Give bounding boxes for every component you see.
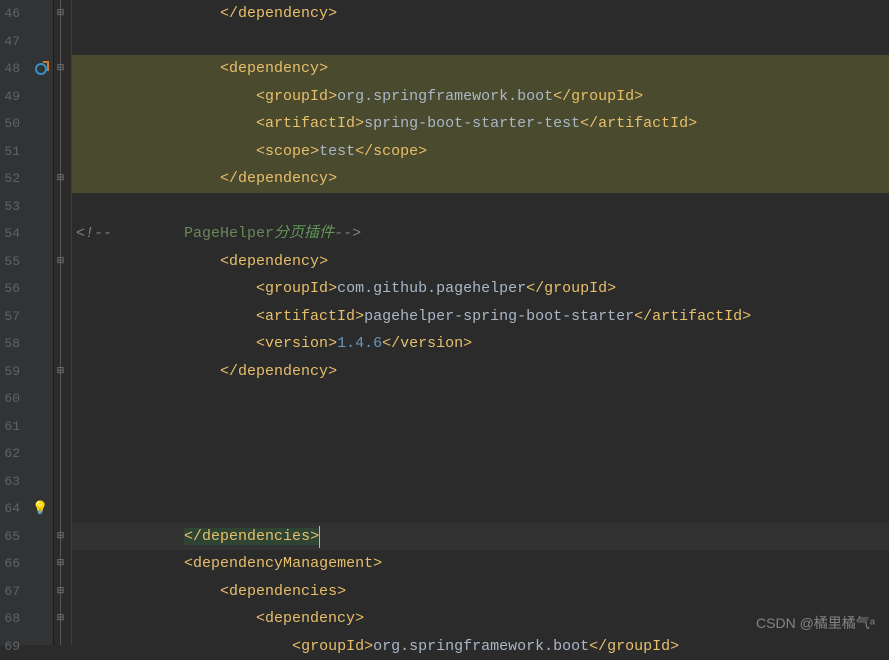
line-number: 68 bbox=[0, 605, 20, 633]
code-line[interactable]: <dependency> bbox=[72, 55, 889, 83]
line-number: 51 bbox=[0, 138, 20, 166]
line-number: 52 bbox=[0, 165, 20, 193]
code-line[interactable]: <artifactId>pagehelper-spring-boot-start… bbox=[72, 303, 889, 331]
gutter-icons: 💡 bbox=[28, 0, 54, 645]
line-number: 66 bbox=[0, 550, 20, 578]
code-line[interactable]: </dependency> bbox=[72, 165, 889, 193]
code-line[interactable]: <groupId>org.springframework.boot</group… bbox=[72, 83, 889, 111]
code-line[interactable]: <scope>test</scope> bbox=[72, 138, 889, 166]
code-line[interactable]: </dependency> bbox=[72, 0, 889, 28]
code-line[interactable]: <dependencyManagement> bbox=[72, 550, 889, 578]
fold-start-icon[interactable]: ⊟ bbox=[56, 64, 65, 73]
line-number: 50 bbox=[0, 110, 20, 138]
line-number: 59 bbox=[0, 358, 20, 386]
line-number: 62 bbox=[0, 440, 20, 468]
code-line[interactable] bbox=[72, 385, 889, 413]
line-number: 65 bbox=[0, 523, 20, 551]
code-line[interactable]: <groupId>org.springframework.boot</group… bbox=[72, 633, 889, 660]
code-line[interactable] bbox=[72, 440, 889, 468]
code-editor[interactable]: 46 47 48 49 50 51 52 53 54 55 56 57 58 5… bbox=[0, 0, 889, 645]
code-area[interactable]: </dependency> <dependency> <groupId>org.… bbox=[72, 0, 889, 645]
line-number: 47 bbox=[0, 28, 20, 56]
fold-end-icon[interactable]: ⊟ bbox=[56, 532, 65, 541]
fold-column[interactable]: ⊟ ⊟ ⊟ ⊟ ⊟ ⊟ ⊟ ⊟ ⊟ bbox=[54, 0, 72, 645]
code-line[interactable]: <dependency> bbox=[72, 248, 889, 276]
line-number: 69 bbox=[0, 633, 20, 660]
line-number: 67 bbox=[0, 578, 20, 606]
line-number: 63 bbox=[0, 468, 20, 496]
override-icon[interactable] bbox=[35, 63, 47, 75]
line-number: 58 bbox=[0, 330, 20, 358]
line-number: 64 bbox=[0, 495, 20, 523]
code-line[interactable]: <groupId>com.github.pagehelper</groupId> bbox=[72, 275, 889, 303]
intention-bulb-icon[interactable]: 💡 bbox=[32, 501, 48, 516]
fold-end-icon[interactable]: ⊟ bbox=[56, 367, 65, 376]
code-line[interactable] bbox=[72, 468, 889, 496]
line-number: 46 bbox=[0, 0, 20, 28]
code-line[interactable]: <version>1.4.6</version> bbox=[72, 330, 889, 358]
fold-start-icon[interactable]: ⊟ bbox=[56, 257, 65, 266]
line-number-gutter: 46 47 48 49 50 51 52 53 54 55 56 57 58 5… bbox=[0, 0, 28, 645]
line-number: 56 bbox=[0, 275, 20, 303]
line-number: 57 bbox=[0, 303, 20, 331]
code-line[interactable]: <dependencies> bbox=[72, 578, 889, 606]
line-number: 61 bbox=[0, 413, 20, 441]
code-line[interactable] bbox=[72, 28, 889, 56]
code-line[interactable] bbox=[72, 495, 889, 523]
code-line-current[interactable]: </dependencies> bbox=[72, 523, 889, 551]
line-number: 49 bbox=[0, 83, 20, 111]
fold-start-icon[interactable]: ⊟ bbox=[56, 559, 65, 568]
line-number: 53 bbox=[0, 193, 20, 221]
code-line[interactable]: <artifactId>spring-boot-starter-test</ar… bbox=[72, 110, 889, 138]
code-line[interactable]: <!-- PageHelper分页插件--> bbox=[72, 220, 889, 248]
fold-end-icon[interactable]: ⊟ bbox=[56, 174, 65, 183]
code-line[interactable] bbox=[72, 193, 889, 221]
line-number: 60 bbox=[0, 385, 20, 413]
line-number: 54 bbox=[0, 220, 20, 248]
code-line[interactable]: </dependency> bbox=[72, 358, 889, 386]
watermark: CSDN @橘里橘气ᵃ bbox=[756, 613, 875, 633]
line-number: 55 bbox=[0, 248, 20, 276]
text-cursor bbox=[319, 526, 320, 548]
fold-end-icon[interactable]: ⊟ bbox=[56, 9, 65, 18]
fold-start-icon[interactable]: ⊟ bbox=[56, 587, 65, 596]
line-number: 48 bbox=[0, 55, 20, 83]
code-line[interactable] bbox=[72, 413, 889, 441]
fold-start-icon[interactable]: ⊟ bbox=[56, 614, 65, 623]
